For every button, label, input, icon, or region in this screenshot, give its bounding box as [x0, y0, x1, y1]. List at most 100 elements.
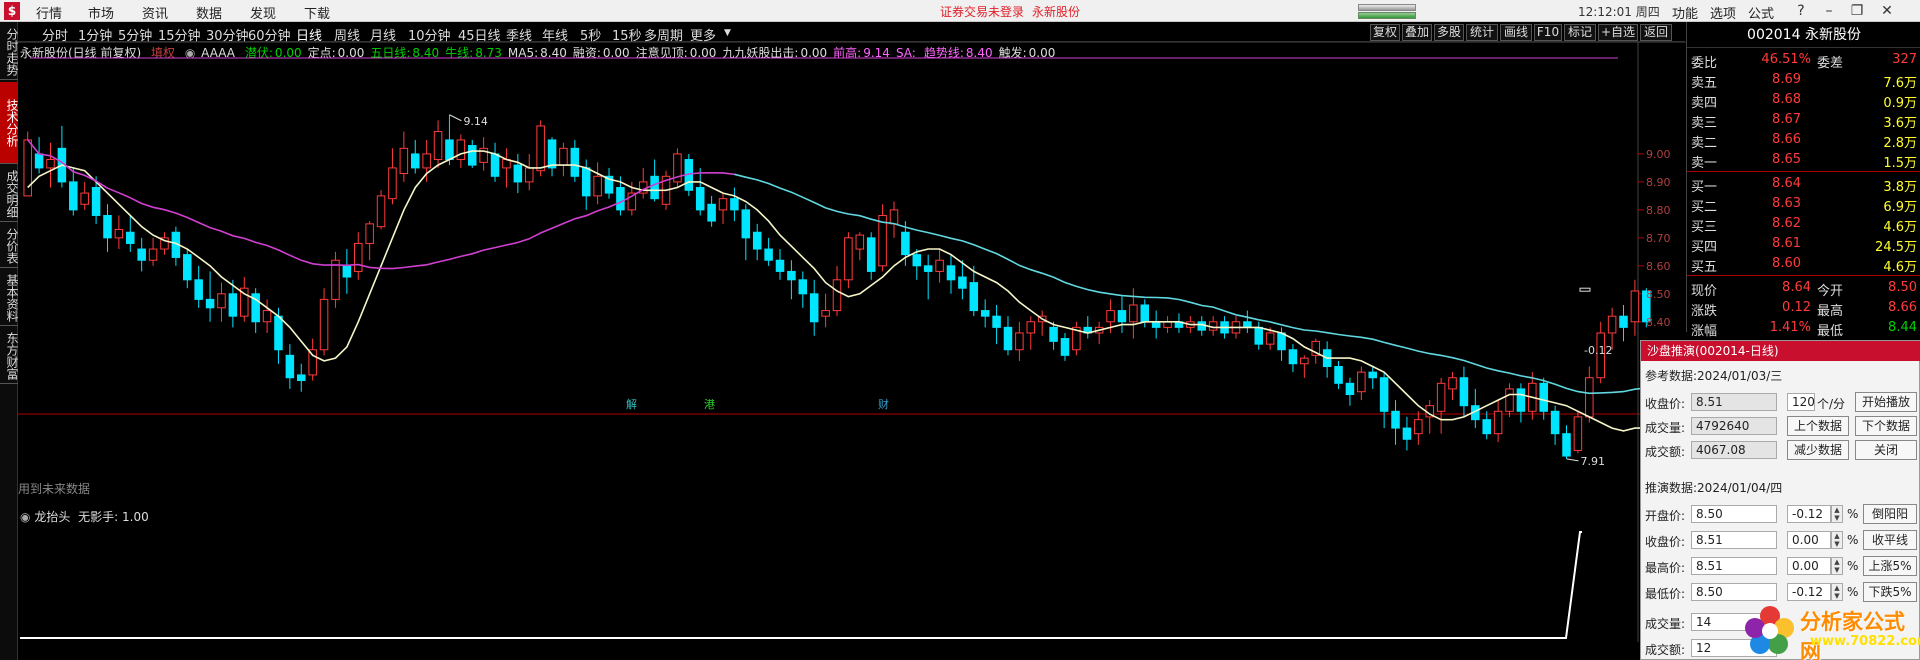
menu-item-news[interactable]: 资讯: [142, 3, 168, 22]
reduce-data-button[interactable]: 减少数据: [1787, 440, 1849, 460]
candle-body: [912, 254, 922, 267]
candle-body: [490, 153, 500, 177]
more-dropdown-icon[interactable]: ▼: [724, 28, 731, 38]
ref-close-field[interactable]: 8.51: [1691, 393, 1777, 411]
bid-row[interactable]: 买二 8.63 6.9万: [1687, 194, 1920, 215]
f10-button[interactable]: F10: [1534, 24, 1562, 41]
dialog-title[interactable]: 沙盘推演(002014-日线): [1641, 341, 1920, 361]
close-icon[interactable]: ✕: [1876, 2, 1898, 20]
ask-row[interactable]: 卖二 8.66 2.8万: [1687, 130, 1920, 151]
sub-indicator-line: [20, 531, 1582, 639]
ref-amount-field[interactable]: 4067.08: [1691, 441, 1777, 459]
sim-high-pct-field[interactable]: 0.00: [1787, 557, 1831, 575]
low-pointer: [1566, 458, 1579, 462]
candle-body: [1003, 326, 1013, 351]
tab-technical-analysis[interactable]: 技术分析: [0, 82, 19, 164]
event-marker[interactable]: 解: [626, 397, 637, 411]
menu-item-download[interactable]: 下载: [304, 3, 330, 22]
menu-item-data[interactable]: 数据: [196, 3, 222, 22]
candle-body: [1151, 321, 1161, 328]
event-marker[interactable]: 港: [704, 398, 715, 411]
sub-toggle-icon[interactable]: ◉: [20, 510, 30, 524]
minimize-icon[interactable]: –: [1818, 2, 1840, 20]
close-button[interactable]: 关闭: [1855, 440, 1917, 460]
tab-price-distribution[interactable]: 分价表: [0, 224, 19, 268]
ref-volume-field[interactable]: 4792640: [1691, 417, 1777, 435]
bid-row[interactable]: 买一 8.64 3.8万: [1687, 174, 1920, 195]
quote-row: 涨跌 0.12 最高 8.66: [1687, 298, 1920, 319]
quote-row-v: 8.64: [1782, 280, 1811, 295]
sim-close-field[interactable]: 8.51: [1691, 531, 1777, 549]
sim-close-spinner-icon[interactable]: ▲ ▼: [1831, 531, 1843, 549]
help-icon[interactable]: ?: [1790, 2, 1812, 20]
quote-row-l2: 今开: [1817, 284, 1844, 299]
tab-intraday[interactable]: 分时走势: [0, 24, 19, 80]
candle-body: [1630, 290, 1640, 323]
candle-body: [946, 265, 956, 281]
ask-row-price: 8.65: [1772, 152, 1801, 167]
ask-row[interactable]: 卖四 8.68 0.9万: [1687, 90, 1920, 111]
sim-open-spinner-icon[interactable]: ▲ ▼: [1831, 505, 1843, 523]
back-button[interactable]: 返回: [1640, 24, 1672, 41]
draw-line-button[interactable]: 画线: [1500, 24, 1532, 41]
tab-eastmoney[interactable]: 东方财富: [0, 328, 19, 384]
mark-button[interactable]: 标记: [1564, 24, 1596, 41]
candle-body: [775, 259, 785, 272]
sim-open-field[interactable]: 8.50: [1691, 505, 1777, 523]
sub-indicator-name[interactable]: 龙抬头: [34, 510, 70, 524]
sim-close-pct-field[interactable]: 0.00: [1787, 531, 1831, 549]
candle-body: [695, 186, 705, 211]
y-tick-label: 8.60: [1646, 260, 1671, 273]
y-tick-label: 8.80: [1646, 204, 1671, 217]
multi-stock-button[interactable]: 多股: [1434, 24, 1464, 41]
sim-high-field[interactable]: 8.51: [1691, 557, 1777, 575]
mini-indicator-bar: [1358, 4, 1416, 11]
stock-title: 002014 永新股份: [1687, 22, 1920, 48]
candle-body: [1140, 304, 1150, 323]
ask-row[interactable]: 卖一 8.65 1.5万: [1687, 150, 1920, 171]
add-watchlist-button[interactable]: +自选: [1598, 24, 1638, 41]
next-data-button[interactable]: 下个数据: [1855, 416, 1917, 436]
ask-row[interactable]: 卖三 8.67 3.6万: [1687, 110, 1920, 131]
tab-trade-details[interactable]: 成交明细: [0, 166, 19, 222]
order-ratio-row-v2: 327: [1892, 52, 1917, 67]
app-window: $ 行情 市场 资讯 数据 发现 下载 证券交易未登录 永新股份 12:12:0…: [0, 0, 1920, 660]
speed-input[interactable]: 120: [1787, 393, 1815, 411]
bid-row-volume: 6.9万: [1883, 200, 1917, 215]
reference-date: 参考数据:2024/01/03/三: [1645, 369, 1783, 383]
menu-item-formula[interactable]: 公式: [1748, 3, 1774, 22]
login-status[interactable]: 证券交易未登录: [940, 3, 1024, 20]
sim-low-field[interactable]: 8.50: [1691, 583, 1777, 601]
sim-high-action-button[interactable]: 上涨5%: [1863, 556, 1917, 576]
bid-row[interactable]: 买五 8.60 4.6万: [1687, 254, 1920, 275]
menu-item-market[interactable]: 市场: [88, 3, 114, 22]
bid-row[interactable]: 买四 8.61 24.5万: [1687, 234, 1920, 255]
statistics-button[interactable]: 统计: [1466, 24, 1498, 41]
bid-row[interactable]: 买三 8.62 4.6万: [1687, 214, 1920, 235]
candle-body: [91, 186, 101, 216]
sim-low-spinner-icon[interactable]: ▲ ▼: [1831, 583, 1843, 601]
overlay-button[interactable]: 叠加: [1402, 24, 1432, 41]
prev-data-button[interactable]: 上个数据: [1787, 416, 1849, 436]
sim-low-action-button[interactable]: 下跌5%: [1863, 582, 1917, 602]
menu-item-function[interactable]: 功能: [1672, 3, 1698, 22]
menu-item-options[interactable]: 选项: [1710, 3, 1736, 22]
ask-row[interactable]: 卖五 8.69 7.6万: [1687, 70, 1920, 91]
bid-row-price: 8.64: [1772, 176, 1801, 191]
event-marker[interactable]: 财: [878, 397, 889, 411]
candle-body: [524, 167, 534, 183]
sim-low-pct-field[interactable]: -0.12: [1787, 583, 1831, 601]
sim-high-spinner-icon[interactable]: ▲ ▼: [1831, 557, 1843, 575]
menu-item-discover[interactable]: 发现: [250, 3, 276, 22]
y-tick-label: 9.00: [1646, 148, 1671, 161]
sim-open-pct-field[interactable]: -0.12: [1787, 505, 1831, 523]
sim-close-action-button[interactable]: 收平线: [1863, 530, 1917, 550]
sim-open-action-button[interactable]: 倒阳阳: [1863, 504, 1917, 524]
tab-fundamentals[interactable]: 基本资料: [0, 270, 19, 326]
start-play-button[interactable]: 开始播放: [1855, 392, 1917, 412]
candlestick-chart[interactable]: 解 港 财 9.00 8.90 8.80 8.70 8.60 8.50 8.40 9.14 7.91…: [18, 42, 1686, 642]
restore-icon[interactable]: ❐: [1846, 2, 1868, 20]
bid-row-label: 买五: [1691, 260, 1718, 275]
menu-item-quote[interactable]: 行情: [36, 3, 62, 22]
restore-rights-button[interactable]: 复权: [1370, 24, 1400, 41]
